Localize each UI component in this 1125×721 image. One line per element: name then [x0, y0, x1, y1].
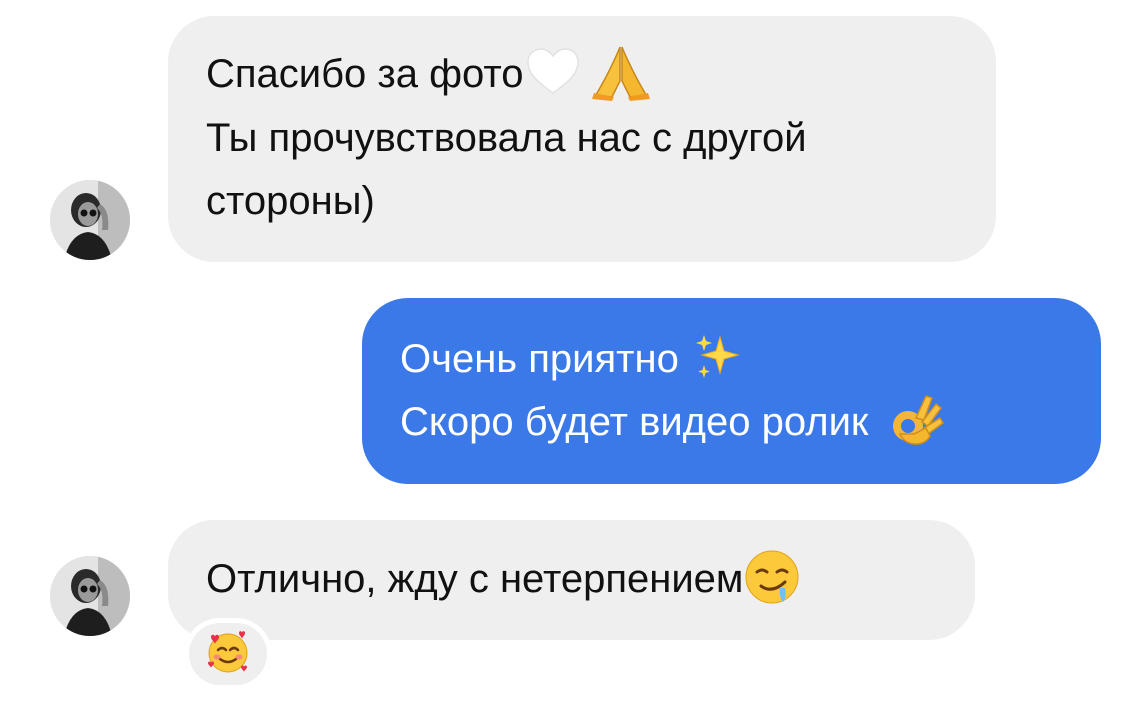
- sparkles-icon: [690, 329, 746, 385]
- message-bubble-incoming[interactable]: Отлично, жду с нетерпением: [168, 520, 975, 640]
- folded-hands-icon: [590, 41, 652, 103]
- sender-avatar[interactable]: [50, 556, 130, 636]
- message-line: стороны): [206, 179, 375, 224]
- avatar-photo: [50, 180, 130, 260]
- sender-avatar[interactable]: [50, 180, 130, 260]
- message-line: Ты прочувствовала нас с другой: [206, 116, 807, 161]
- message-line: Спасибо за фото: [206, 43, 958, 107]
- avatar-photo: [50, 556, 130, 636]
- message-line: Отлично, жду с нетерпением: [206, 548, 937, 611]
- message-reaction[interactable]: [184, 618, 272, 690]
- ok-hand-icon: [890, 390, 946, 450]
- drooling-face-icon: [743, 548, 801, 606]
- message-bubble-incoming[interactable]: Спасибо за фото Ты прочувствовала нас с …: [168, 16, 996, 262]
- smiling-face-with-hearts-icon: [205, 629, 251, 680]
- message-line: Очень приятно: [400, 328, 1063, 391]
- message-line: Скоро будет видео ролик: [400, 391, 1063, 454]
- white-heart-icon: [524, 43, 582, 101]
- message-bubble-outgoing[interactable]: Очень приятно Скоро будет видео ролик: [362, 298, 1101, 484]
